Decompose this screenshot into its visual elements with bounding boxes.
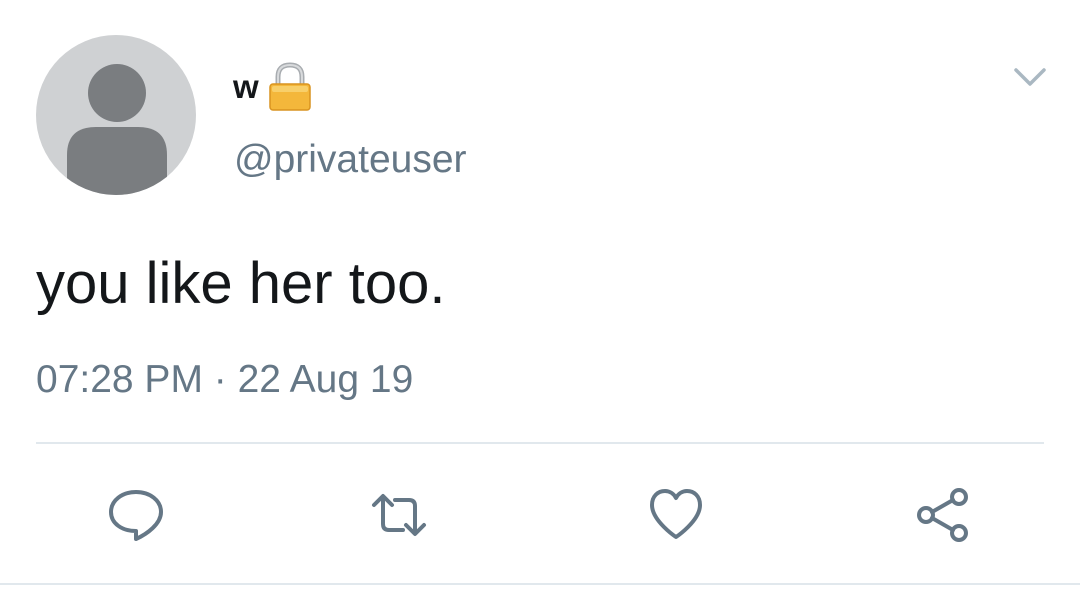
like-button[interactable]	[646, 485, 706, 545]
avatar[interactable]	[36, 35, 196, 195]
tweet-card[interactable]: w @privateuser you like her too. 07:28 P…	[0, 0, 1080, 605]
share-icon	[917, 488, 968, 542]
author-handle[interactable]: @privateuser	[234, 138, 467, 182]
display-name[interactable]: w	[233, 68, 259, 106]
retweet-button[interactable]	[369, 485, 429, 545]
tweet-timestamp[interactable]: 07:28 PM · 22 Aug 19	[36, 358, 413, 402]
tweet-text: you like her too.	[36, 251, 446, 316]
divider	[36, 442, 1044, 444]
heart-icon	[650, 489, 702, 539]
chevron-down-icon[interactable]	[1010, 62, 1050, 92]
author-name-row[interactable]: w	[233, 62, 313, 112]
default-profile-icon	[67, 64, 167, 195]
share-button[interactable]	[912, 485, 972, 545]
reply-button[interactable]	[106, 485, 166, 545]
reply-icon	[109, 490, 163, 541]
lock-icon	[267, 62, 313, 112]
retweet-icon	[372, 494, 426, 536]
bottom-divider	[0, 583, 1080, 585]
